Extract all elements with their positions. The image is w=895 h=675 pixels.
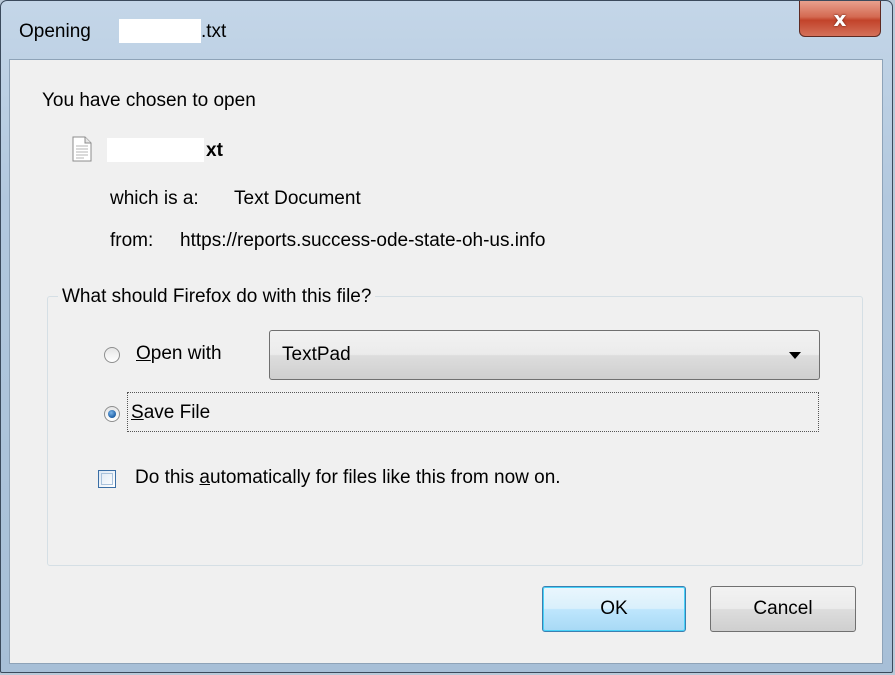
file-type-value: Text Document — [234, 188, 361, 209]
save-file-mnemonic: S — [131, 402, 144, 423]
close-button[interactable]: x — [799, 1, 881, 37]
close-icon: x — [833, 7, 847, 31]
save-file-label-rest: ave File — [143, 402, 211, 423]
save-file-focus-rect — [127, 392, 819, 432]
save-file-label[interactable]: Save File — [131, 402, 210, 424]
open-with-mnemonic: O — [136, 343, 151, 364]
open-with-label[interactable]: Open with — [136, 343, 222, 365]
auto-action-label-pre: Do this — [135, 467, 200, 488]
auto-action-mnemonic: a — [199, 467, 210, 488]
text-file-icon — [72, 136, 92, 162]
auto-action-label[interactable]: Do this automatically for files like thi… — [135, 467, 561, 489]
opening-file-dialog: Opening .txt x You have chosen to open x… — [0, 0, 893, 673]
auto-action-checkbox[interactable] — [98, 470, 116, 488]
ok-button[interactable]: OK — [542, 586, 686, 632]
dialog-title-extension: .txt — [201, 21, 227, 42]
dialog-body: You have chosen to open xt which is a: T… — [9, 59, 883, 664]
intro-text: You have chosen to open — [42, 90, 256, 111]
cancel-button[interactable]: Cancel — [710, 586, 856, 632]
action-group-legend: What should Firefox do with this file? — [58, 286, 376, 308]
chevron-down-icon — [789, 352, 801, 359]
save-file-radio[interactable] — [104, 406, 120, 422]
file-name-suffix: xt — [206, 140, 223, 161]
open-with-label-rest: pen with — [150, 343, 222, 364]
title-bar[interactable]: Opening .txt x — [1, 1, 892, 59]
open-with-app-value: TextPad — [282, 344, 351, 365]
file-source-url: https://reports.success-ode-state-oh-us.… — [180, 230, 546, 251]
auto-action-label-rest: utomatically for files like this from no… — [210, 467, 561, 488]
file-type-label: which is a: — [110, 188, 199, 209]
dialog-title-prefix: Opening — [19, 21, 91, 42]
redacted-filename-title — [119, 19, 201, 43]
file-source-label: from: — [110, 230, 154, 251]
redacted-filename — [107, 138, 204, 162]
open-with-radio[interactable] — [104, 347, 120, 363]
open-with-app-select[interactable]: TextPad — [269, 330, 820, 380]
